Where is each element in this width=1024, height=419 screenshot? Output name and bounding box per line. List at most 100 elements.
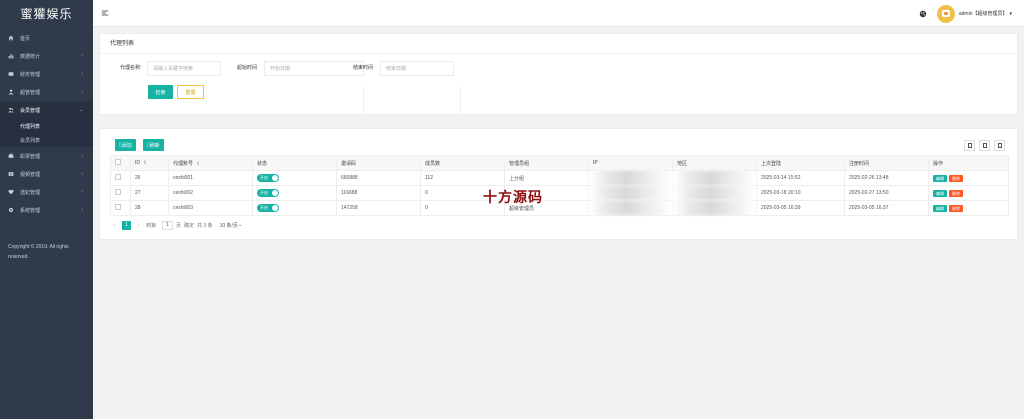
cell-account: ceshi001 bbox=[168, 170, 253, 186]
cell-status: 开启 bbox=[252, 185, 337, 201]
sidebar-item-stats[interactable]: 数据统计 › bbox=[0, 47, 93, 65]
user-icon bbox=[8, 89, 14, 95]
sidebar-item-label: 超管管理 bbox=[20, 89, 41, 96]
sidebar-item-video[interactable]: 视频管理 › bbox=[0, 165, 93, 183]
table-header-row: ID ⇕ 代理账号 ⇕ 状态 邀请码 成员数 管理员组 IP 地区 上次登陆 注册时… bbox=[110, 155, 1009, 171]
table-row: 27 ceshi002 开启 116688 0 2025-03-18 20:10… bbox=[110, 185, 1009, 201]
cell-actions: 编辑 删除 bbox=[928, 170, 1009, 186]
header-right: admin【超级管理员】 ▾ bbox=[919, 3, 1012, 24]
header-registered: 注册时间 bbox=[844, 155, 929, 171]
confirm-button[interactable]: 确定 bbox=[184, 222, 194, 229]
end-date-input[interactable] bbox=[380, 61, 454, 76]
sidebar-item-label: 首页 bbox=[20, 35, 31, 42]
sidebar-item-selection[interactable]: 选妃管理 › bbox=[0, 183, 93, 201]
row-checkbox[interactable] bbox=[115, 174, 121, 180]
select-all-checkbox[interactable] bbox=[115, 159, 121, 165]
panel-title: 代理列表 bbox=[100, 34, 1017, 54]
delete-button[interactable]: 删除 bbox=[949, 189, 963, 197]
columns-icon[interactable] bbox=[964, 140, 975, 151]
header-status: 状态 bbox=[252, 155, 337, 171]
sort-icon: ⇕ bbox=[143, 160, 148, 166]
table-tools bbox=[960, 140, 1005, 151]
start-time-label: 起始时间 bbox=[237, 65, 258, 71]
search-form: 代理名称: 起始时间 结束时间 bbox=[100, 61, 1017, 77]
sidebar-nav: 首页 数据统计 › 财务管理 › 超管管理 › 会员管理 ⌄ 代理列表 会员列表 bbox=[0, 29, 93, 219]
cell-registered: 2025-02-26 13:48 bbox=[844, 170, 929, 186]
sidebar-item-finance[interactable]: 财务管理 › bbox=[0, 65, 93, 83]
user-name: admin【超级管理员】 bbox=[958, 11, 1008, 17]
cell-last-login: 2025-03-05 16:39 bbox=[756, 200, 845, 216]
sort-icon: ⇕ bbox=[196, 160, 201, 167]
row-checkbox[interactable] bbox=[115, 204, 121, 210]
edit-button[interactable]: 编辑 bbox=[933, 174, 947, 182]
prev-page-button[interactable]: ‹ bbox=[110, 221, 119, 230]
cell-region bbox=[672, 200, 757, 216]
copyright-text: Copyright © 2019. All rights reserved. bbox=[8, 244, 69, 260]
delete-button[interactable]: 删除 bbox=[949, 174, 963, 182]
goto-label: 到第 bbox=[146, 222, 157, 229]
chevron-down-icon: ⌄ bbox=[78, 107, 83, 113]
chevron-right-icon: › bbox=[81, 189, 83, 195]
header-id[interactable]: ID ⇕ bbox=[130, 155, 169, 171]
sidebar-item-super-admin[interactable]: 超管管理 › bbox=[0, 83, 93, 101]
refresh-button[interactable]: ▯ 刷新 bbox=[143, 139, 164, 151]
agent-table: ID ⇕ 代理账号 ⇕ 状态 邀请码 成员数 管理员组 IP 地区 上次登陆 注册时… bbox=[110, 155, 1009, 216]
page-button-current[interactable]: 1 bbox=[122, 220, 131, 230]
reset-button[interactable]: 重置 bbox=[177, 85, 204, 99]
cell-last-login: 2025-03-14 15:52 bbox=[756, 170, 845, 186]
start-date-input[interactable] bbox=[264, 61, 364, 76]
page-size-value: 10 条/页 bbox=[219, 222, 238, 229]
sidebar-subitem-agent-list[interactable]: 代理列表 bbox=[0, 119, 93, 133]
add-button[interactable]: ▯ 添加 bbox=[115, 139, 136, 151]
users-icon bbox=[8, 107, 14, 113]
chart-icon bbox=[8, 53, 14, 59]
status-switch[interactable]: 开启 bbox=[257, 189, 279, 197]
add-label: 添加 bbox=[121, 142, 132, 149]
palette-icon[interactable] bbox=[919, 10, 927, 18]
heart-icon bbox=[8, 189, 14, 195]
row-select bbox=[110, 170, 131, 186]
status-switch[interactable]: 开启 bbox=[257, 204, 279, 212]
brand-logo[interactable]: 蜜獾娱乐 bbox=[0, 0, 93, 27]
menu-toggle-icon[interactable] bbox=[101, 9, 109, 17]
ticket-icon bbox=[8, 153, 14, 159]
cell-ip bbox=[588, 200, 673, 216]
header-members: 成员数 bbox=[420, 155, 505, 171]
print-icon[interactable] bbox=[994, 140, 1005, 151]
sidebar-item-lottery[interactable]: 彩票管理 › bbox=[0, 147, 93, 165]
home-icon bbox=[8, 35, 14, 41]
cell-group: 上分组 bbox=[504, 170, 589, 186]
cell-members: 112 bbox=[420, 170, 505, 186]
sidebar-item-system[interactable]: 系统管理 › bbox=[0, 201, 93, 219]
goto-page-input[interactable]: 1 bbox=[162, 220, 174, 230]
chevron-right-icon: › bbox=[81, 171, 83, 177]
agent-name-input[interactable] bbox=[147, 61, 221, 76]
top-header: admin【超级管理员】 ▾ bbox=[93, 0, 1024, 27]
caret-down-icon: ▾ bbox=[1009, 11, 1012, 17]
status-switch[interactable]: 开启 bbox=[257, 174, 279, 182]
export-icon[interactable] bbox=[979, 140, 990, 151]
edit-button[interactable]: 编辑 bbox=[933, 204, 947, 212]
edit-button[interactable]: 编辑 bbox=[933, 189, 947, 197]
header-label: ID bbox=[135, 160, 140, 166]
delete-button[interactable]: 删除 bbox=[949, 204, 963, 212]
row-select bbox=[110, 200, 131, 216]
divider bbox=[363, 86, 364, 116]
finance-icon bbox=[8, 71, 14, 77]
sidebar-subitem-member-list[interactable]: 会员列表 bbox=[0, 133, 93, 147]
refresh-label: 刷新 bbox=[149, 142, 160, 149]
cell-registered: 2025-02-27 13:50 bbox=[844, 185, 929, 201]
page-unit-label: 页 bbox=[176, 222, 182, 229]
header-account[interactable]: 代理账号 ⇕ bbox=[168, 155, 253, 171]
avatar[interactable] bbox=[936, 4, 955, 23]
cell-invite-code: 147258 bbox=[336, 200, 421, 216]
search-button[interactable]: 检索 bbox=[148, 85, 173, 99]
chevron-right-icon: › bbox=[81, 71, 83, 77]
row-checkbox[interactable] bbox=[115, 189, 121, 195]
next-page-button[interactable]: › bbox=[134, 221, 143, 230]
page-size-select[interactable]: 10 条/页 ⌄ bbox=[220, 222, 243, 229]
gear-icon bbox=[8, 207, 14, 213]
sidebar-item-home[interactable]: 首页 bbox=[0, 29, 93, 47]
sidebar-item-members[interactable]: 会员管理 ⌄ bbox=[0, 101, 93, 119]
user-menu[interactable]: admin【超级管理员】 ▾ bbox=[959, 10, 1012, 17]
